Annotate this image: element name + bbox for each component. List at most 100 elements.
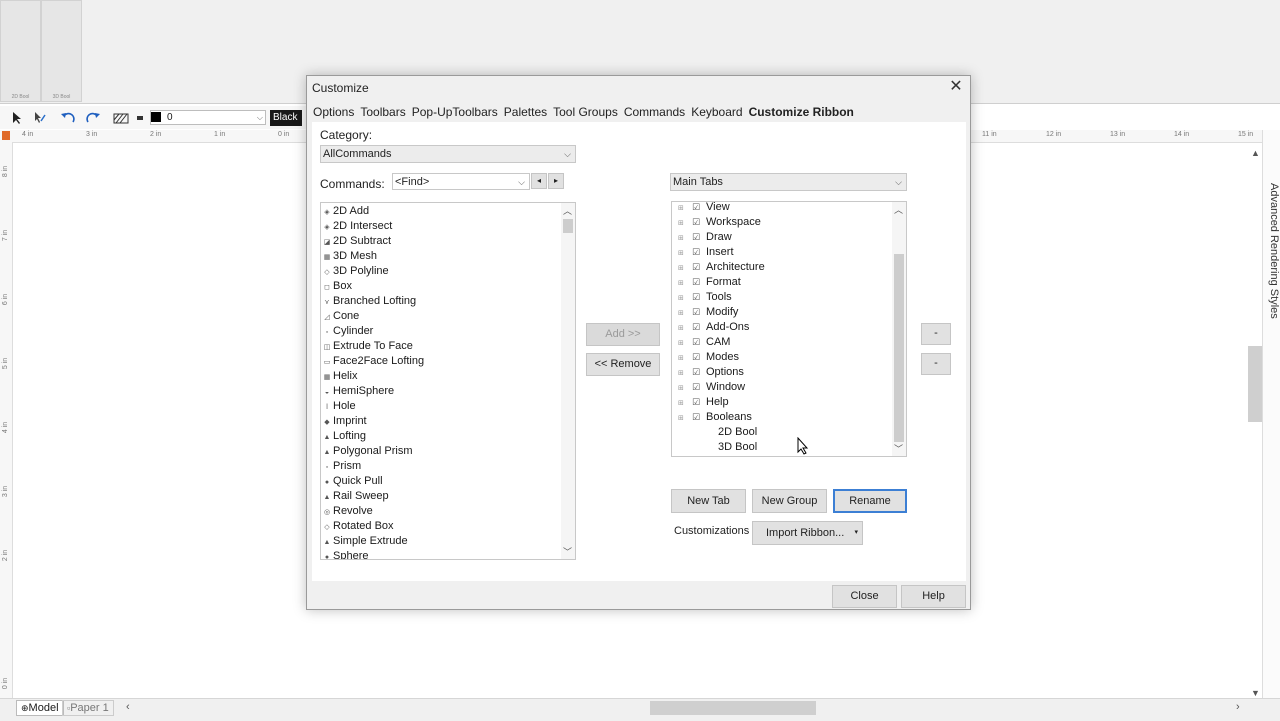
ribbon-tree-item[interactable]: ⊞ ☑ Help [678,395,729,410]
ribbon-tree-item[interactable]: ⊞ ☑ View [678,202,730,216]
checkbox-icon[interactable]: ☑ [692,230,702,242]
remove-button[interactable]: << Remove [586,353,660,376]
command-item[interactable]: ▲ Polygonal Prism [323,444,413,459]
move-up-button[interactable]: - [921,323,951,345]
checkbox-icon[interactable]: ☑ [692,395,702,407]
tab-toolbars[interactable]: Toolbars [360,105,405,121]
tab-keyboard[interactable]: Keyboard [691,105,742,121]
tabs-select[interactable]: Main Tabs ⌵ [670,173,907,191]
checkbox-icon[interactable]: ☑ [692,305,702,317]
command-item[interactable]: ⋎ Branched Lofting [323,294,416,309]
ribbon-tree-scrollbar-thumb[interactable] [894,254,904,442]
tab-paper-1[interactable]: ▫Paper 1 [62,700,114,716]
ribbon-tree-item[interactable]: ⊞ ☑ Architecture [678,260,765,275]
checkbox-icon[interactable]: ☑ [692,290,702,302]
command-item[interactable]: ▫ Cylinder [323,324,374,339]
move-down-button[interactable]: - [921,353,951,375]
select-edit-icon[interactable] [31,110,49,126]
tab-commands[interactable]: Commands [624,105,685,121]
ribbon-tree-item[interactable]: ⊞ ☑ Tools [678,290,732,305]
undo-icon[interactable] [59,110,77,126]
ribbon-tree-item[interactable]: ⊞ ☑ Insert [678,245,734,260]
checkbox-icon[interactable]: ☑ [692,410,702,422]
commands-list[interactable]: ◈ 2D Add ◈ 2D Intersect ◪ 2D Subtract ▦ 3D Mesh… [320,202,576,560]
expand-icon[interactable]: ⊞ [678,336,692,351]
expand-icon[interactable]: ⊞ [678,381,692,396]
command-item[interactable]: ◇ Rotated Box [323,519,393,534]
ribbon-tree-item[interactable]: ⊞ ☑ CAM [678,335,730,350]
command-item[interactable]: ◻ Box [323,279,352,294]
command-item[interactable]: ▲ Rail Sweep [323,489,389,504]
command-item[interactable]: ◫ Extrude To Face [323,339,413,354]
expand-icon[interactable]: ⊞ [678,246,692,261]
command-item[interactable]: ● Sphere [323,549,369,559]
command-item[interactable]: ● Quick Pull [323,474,383,489]
vertical-scrollbar-thumb[interactable] [1248,346,1262,422]
category-select[interactable]: AllCommands ⌵ [320,145,576,163]
checkbox-icon[interactable]: ☑ [692,365,702,377]
line-weight-field[interactable]: 0 ⌵ [150,110,266,125]
ribbon-tree-item[interactable]: 2D Bool [718,425,757,440]
add-button[interactable]: Add >> [586,323,660,346]
scroll-right-icon[interactable]: › [1236,701,1240,713]
expand-icon[interactable]: ⊞ [678,202,692,216]
expand-icon[interactable]: ⊞ [678,321,692,336]
ribbon-tree-item[interactable]: ⊞ ☑ Draw [678,230,732,245]
hatch-icon[interactable] [112,110,130,126]
command-item[interactable]: ◆ Imprint [323,414,366,429]
ribbon-tree-item[interactable]: 3D Bool [718,440,757,455]
tab-options[interactable]: Options [313,105,354,121]
command-item[interactable]: ◿ Cone [323,309,359,324]
import-ribbon-button[interactable]: Import Ribbon... ▾ [752,521,863,545]
tab-tool-groups[interactable]: Tool Groups [553,105,618,121]
tab-customize-ribbon[interactable]: Customize Ribbon [749,105,854,121]
expand-icon[interactable]: ⊞ [678,291,692,306]
expand-icon[interactable]: ⊞ [678,411,692,426]
scroll-up-icon[interactable]: ︿ [563,204,572,217]
scroll-left-icon[interactable]: ‹ [126,701,130,713]
checkbox-icon[interactable]: ☑ [692,380,702,392]
ribbon-tree[interactable]: ⊞ ☑ View ⊞ ☑ Workspace ⊞ ☑ Draw ⊞ ☑ Insert ⊞ ☑ Archite… [671,201,907,457]
tab-model[interactable]: ⊕Model [16,700,64,716]
ribbon-button-2d-bool[interactable]: 2D Bool [0,0,41,102]
expand-icon[interactable]: ⊞ [678,306,692,321]
rename-button[interactable]: Rename [833,489,907,513]
expand-icon[interactable]: ⊞ [678,351,692,366]
checkbox-icon[interactable]: ☑ [692,215,702,227]
expand-icon[interactable]: ⊞ [678,216,692,231]
command-item[interactable]: ▭ Face2Face Lofting [323,354,424,369]
command-item[interactable]: ◈ 2D Add [323,204,369,219]
close-button[interactable]: Close [832,585,897,608]
checkbox-icon[interactable]: ☑ [692,350,702,362]
ribbon-tree-item[interactable]: ⊞ ☑ Add-Ons [678,320,749,335]
redo-icon[interactable] [84,110,102,126]
select-arrow-icon[interactable] [8,110,26,126]
command-item[interactable]: ◈ 2D Intersect [323,219,392,234]
new-tab-button[interactable]: New Tab [671,489,746,513]
ribbon-tree-item[interactable]: ⊞ ☑ Modes [678,350,739,365]
checkbox-icon[interactable]: ☑ [692,245,702,257]
expand-icon[interactable]: ⊞ [678,231,692,246]
tab-popup-toolbars[interactable]: Pop-UpToolbars [412,105,498,121]
scroll-up-icon[interactable]: ︿ [894,203,903,216]
command-item[interactable]: ▦ Helix [323,369,358,384]
horizontal-scrollbar-thumb[interactable] [650,701,816,715]
new-group-button[interactable]: New Group [752,489,827,513]
ribbon-tree-scrollbar[interactable]: ︿ ﹀ [892,202,906,456]
scroll-down-icon[interactable]: ﹀ [563,545,572,558]
commands-scrollbar-thumb[interactable] [563,219,573,233]
command-item[interactable]: ▫ Prism [323,459,361,474]
checkbox-icon[interactable]: ☑ [692,275,702,287]
command-item[interactable]: ▲ Lofting [323,429,367,444]
find-next-button[interactable]: ▸ [548,173,564,189]
side-palette-tab[interactable]: Advanced Rendering Styles [1264,183,1280,325]
checkbox-icon[interactable]: ☑ [692,335,702,347]
expand-icon[interactable]: ⊞ [678,276,692,291]
find-input[interactable]: <Find> ⌵ [392,173,530,190]
command-item[interactable]: ǀ Hole [323,399,356,414]
color-button[interactable]: Black [270,110,302,126]
ribbon-tree-item[interactable]: ⊞ ☑ Modify [678,305,738,320]
command-item[interactable]: ◒ HemiSphere [323,384,394,399]
ribbon-button-3d-bool[interactable]: 3D Bool [41,0,82,102]
scroll-down-icon[interactable]: ▼ [1251,688,1260,698]
